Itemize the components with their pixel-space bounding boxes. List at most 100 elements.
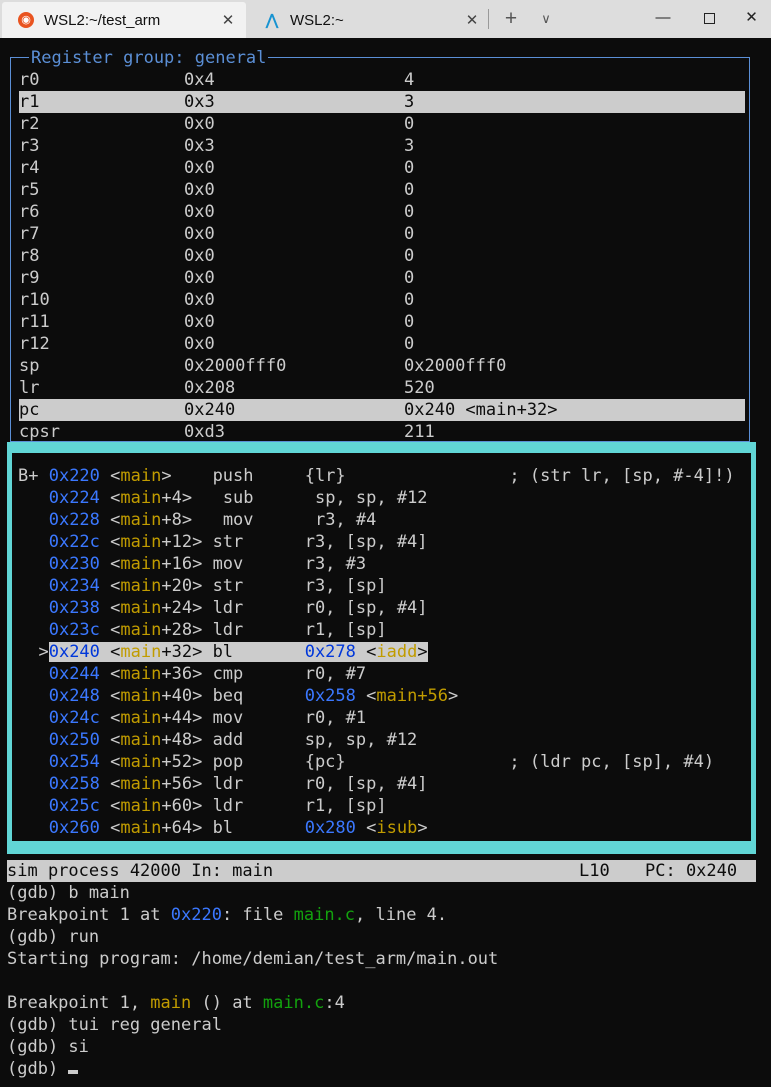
asm-address: 0x244: [48, 664, 100, 684]
asm-address: 0x24c: [48, 708, 100, 728]
asm-symbol: main: [120, 466, 162, 486]
register-hex: 0x0: [184, 246, 215, 266]
register-value: 0: [404, 290, 415, 310]
register-value: 0: [404, 268, 415, 288]
asm-address: 0x250: [48, 730, 100, 750]
asm-address: 0x248: [48, 686, 100, 706]
maximize-button[interactable]: [686, 0, 732, 36]
ubuntu-icon: ◉: [16, 10, 36, 30]
register-name: r11: [19, 312, 50, 332]
register-row: r6 0x0 0: [19, 201, 745, 223]
console-prompt[interactable]: (gdb): [7, 1058, 79, 1080]
asm-target-address: 0x258: [304, 686, 356, 706]
register-row: lr 0x208 520: [19, 377, 745, 399]
asm-marker: [18, 818, 49, 838]
asm-line: 0x224 <main+4> sub sp, sp, #12: [18, 487, 428, 509]
register-name: r12: [19, 334, 50, 354]
asm-address: 0x240: [48, 642, 100, 662]
asm-opcode: mov: [212, 554, 254, 574]
asm-opcode: ldr: [212, 796, 254, 816]
register-hex: 0x0: [184, 224, 215, 244]
asm-symbol: main: [120, 510, 162, 530]
asm-marker: [18, 620, 49, 640]
register-hex: 0x0: [184, 312, 215, 332]
close-window-button[interactable]: ✕: [732, 0, 771, 36]
asm-marker: [18, 510, 49, 530]
asm-marker: [18, 664, 49, 684]
register-name: lr: [19, 378, 40, 398]
asm-operands: r3, #4: [314, 510, 377, 530]
register-row: r3 0x3 3: [19, 135, 745, 157]
asm-operands: r3, #3: [304, 554, 367, 574]
asm-symbol: main: [120, 774, 162, 794]
asm-opcode: cmp: [212, 664, 254, 684]
register-value: 3: [404, 92, 415, 112]
register-hex: 0x3: [184, 92, 215, 112]
asm-opcode: push: [212, 466, 254, 486]
register-hex: 0x2000fff0: [184, 356, 287, 376]
asm-operands: r1, [sp]: [304, 796, 387, 816]
new-tab-button[interactable]: +: [499, 6, 523, 32]
asm-address: 0x254: [48, 752, 100, 772]
asm-target-symbol: main+56: [376, 686, 449, 706]
close-tab-icon[interactable]: ✕: [216, 11, 240, 29]
asm-marker: [18, 554, 49, 574]
status-pc: PC: 0x240: [645, 861, 738, 881]
asm-marker: [18, 488, 49, 508]
register-row: cpsr 0xd3 211: [19, 421, 745, 443]
asm-symbol: main: [120, 664, 162, 684]
current-instruction-highlight: 0x240 <main+32> bl 0x278 <iadd>: [48, 642, 428, 662]
register-row: r2 0x0 0: [19, 113, 745, 135]
status-process: sim process 42000 In: main: [7, 861, 274, 881]
asm-symbol: main: [120, 708, 162, 728]
register-row: r12 0x0 0: [19, 333, 745, 355]
asm-line: 0x260 <main+64> bl 0x280 <isub>: [18, 817, 428, 839]
register-hex: 0x208: [184, 378, 236, 398]
asm-line: 0x24c <main+44> mov r0, #1: [18, 707, 366, 729]
asm-opcode: beq: [212, 686, 254, 706]
tab-divider: [488, 9, 489, 29]
asm-operands: sp, sp, #12: [304, 730, 418, 750]
asm-address: 0x234: [48, 576, 100, 596]
register-row: r9 0x0 0: [19, 267, 745, 289]
console-line: Starting program: /home/demian/test_arm/…: [7, 949, 499, 969]
asm-marker: [18, 686, 49, 706]
minimize-button[interactable]: —: [640, 0, 686, 36]
asm-marker: [18, 730, 49, 750]
close-tab-icon[interactable]: ✕: [460, 11, 484, 29]
asm-marker: [18, 774, 49, 794]
asm-operands: sp, sp, #12: [314, 488, 428, 508]
tab-title: WSL2:~: [290, 11, 344, 29]
asm-opcode: bl: [212, 642, 254, 662]
text-cursor: [68, 1070, 79, 1074]
asm-marker: [18, 532, 49, 552]
tab-wsl2-home[interactable]: ⋀ WSL2:~ ✕: [248, 2, 490, 38]
asm-opcode: pop: [212, 752, 254, 772]
asm-opcode: mov: [222, 510, 264, 530]
console-line: Breakpoint 1, main () at main.c:4: [7, 993, 345, 1013]
register-row: r10 0x0 0: [19, 289, 745, 311]
console-line: (gdb) tui reg general: [7, 1015, 222, 1035]
asm-marker: B+: [18, 466, 49, 486]
profile-dropdown-button[interactable]: ∨: [535, 6, 557, 32]
asm-target-address: 0x278: [304, 642, 356, 662]
asm-symbol: main: [120, 752, 162, 772]
register-name: r0: [19, 70, 40, 90]
register-row: r11 0x0 0: [19, 311, 745, 333]
tab-title: WSL2:~/test_arm: [44, 11, 161, 29]
console-line: (gdb) si: [7, 1037, 89, 1057]
register-hex: 0x0: [184, 114, 215, 134]
assembly-window: B+ 0x220 <main> push {lr} ; (str lr, [sp…: [7, 442, 756, 854]
asm-opcode: ldr: [212, 620, 254, 640]
register-hex: 0x0: [184, 202, 215, 222]
asm-line: 0x25c <main+60> ldr r1, [sp]: [18, 795, 387, 817]
asm-operands: r0, [sp, #4]: [304, 598, 428, 618]
asm-address: 0x25c: [48, 796, 100, 816]
asm-line: 0x238 <main+24> ldr r0, [sp, #4]: [18, 597, 428, 619]
register-hex: 0x0: [184, 268, 215, 288]
asm-symbol: main: [120, 620, 162, 640]
tab-wsl2-test-arm[interactable]: ◉ WSL2:~/test_arm ✕: [2, 2, 246, 38]
terminal[interactable]: Register group: general r0 0x4 4 r1 0x3 3 r2 0x…: [0, 38, 771, 1087]
maximize-icon: [703, 12, 715, 24]
asm-opcode: ldr: [212, 774, 254, 794]
